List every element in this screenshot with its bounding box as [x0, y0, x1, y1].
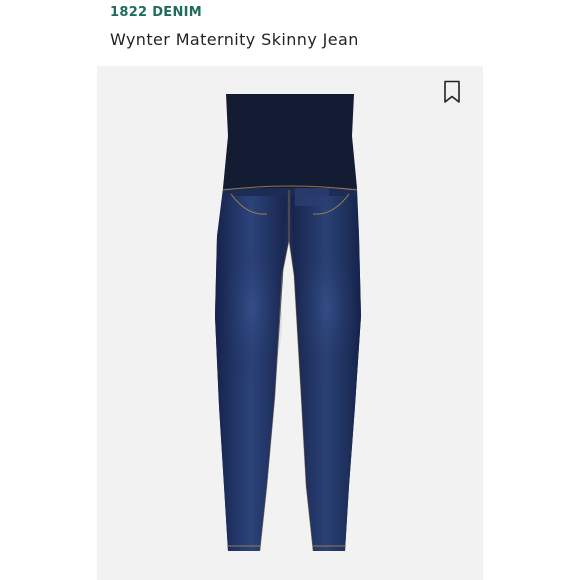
- product-image[interactable]: [97, 66, 483, 580]
- waistband-panel: [223, 94, 357, 188]
- save-button[interactable]: [443, 80, 461, 104]
- bookmark-icon: [444, 80, 460, 103]
- product-image-panel: [97, 66, 483, 580]
- product-card: 1822 DENIM Wynter Maternity Skinny Jean: [0, 0, 580, 580]
- product-title[interactable]: Wynter Maternity Skinny Jean: [110, 30, 359, 49]
- brand-name[interactable]: 1822 DENIM: [110, 5, 202, 20]
